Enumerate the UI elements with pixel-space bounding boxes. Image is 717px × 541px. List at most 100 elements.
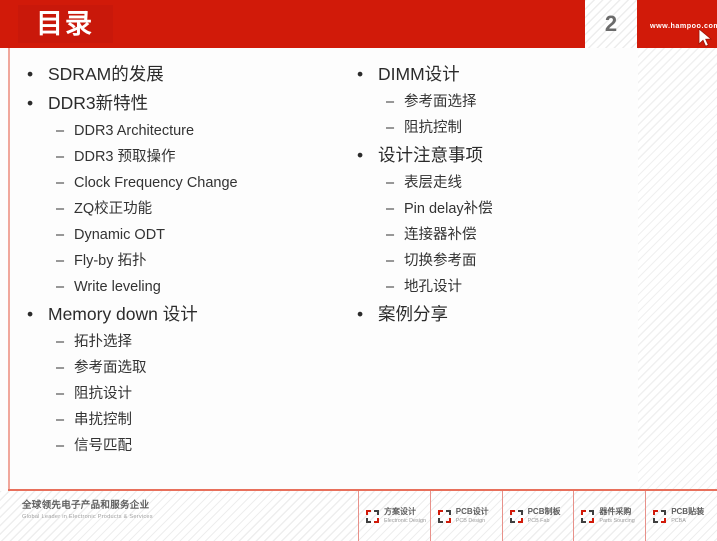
bullet-dash-icon: – [386,227,395,243]
outline-item-label: Clock Frequency Change [74,175,238,191]
outline-item-level2: – Fly-by 拓扑 [18,248,348,274]
outline-item-level2: – 参考面选取 [18,355,348,381]
outline-item-label: 表层走线 [404,175,462,191]
footer-service-items: 方案设计 Electronic Design PCB设计 PCB Design PCB制… [358,491,717,541]
footer-brand: 全球领先电子产品和服务企业 Global Leader in Electroni… [22,500,153,522]
outline-item-label: 切换参考面 [404,253,477,269]
bullet-dash-icon: – [56,279,65,295]
bullet-dash-icon: – [56,438,65,454]
outline-item-label: 拓扑选择 [74,334,132,350]
outline-item-level1: • 设计注意事项 [348,141,638,170]
outline-item-level1: • SDRAM的发展 [18,60,348,89]
footer-service-text: PCB贴装 PCBA [671,506,704,526]
outline-item-label: DDR3 预取操作 [74,149,176,165]
slide-footer: 全球领先电子产品和服务企业 Global Leader in Electroni… [0,491,717,541]
bullet-dash-icon: – [56,123,65,139]
outline-item-label: 参考面选取 [74,360,147,376]
footer-service-item[interactable]: 器件采购 Parts Sourcing [573,491,645,541]
outline-item-label: Fly-by 拓扑 [74,253,147,269]
mouse-pointer-icon [698,28,713,47]
outline-item-label: Memory down 设计 [48,304,198,324]
outline-item-level2: – 阻抗设计 [18,381,348,407]
footer-service-item[interactable]: PCB制板 PCB Fab [501,491,574,541]
bullet-dot-icon: • [357,304,364,324]
outline-item-label: 设计注意事项 [378,145,483,165]
footer-service-text: PCB设计 PCB Design [456,506,489,526]
outline-item-label: DDR3 Architecture [74,123,195,139]
bullet-dash-icon: – [56,149,65,165]
bullet-dot-icon: • [357,64,364,84]
outline-item-label: ZQ校正功能 [74,201,153,217]
bullet-dot-icon: • [27,64,34,84]
bullet-dash-icon: – [386,175,395,191]
outline-item-level2: – ZQ校正功能 [18,196,348,222]
outline-item-level2: – Dynamic ODT [18,222,348,248]
outline-item-label: 阻抗控制 [404,120,462,136]
bullet-dash-icon: – [56,412,65,428]
outline-item-label: 参考面选择 [404,94,477,110]
bullet-dash-icon: – [56,201,65,217]
outline-item-level2: – 地孔设计 [348,274,638,300]
outline-item-label: Pin delay补偿 [404,201,493,217]
outline-item-label: DIMM设计 [378,64,460,84]
outline-list-left: • SDRAM的发展 • DDR3新特性 – DDR3 Architecture – DDR3… [18,60,348,459]
outline-item-label: SDRAM的发展 [48,64,164,84]
outline-item-level2: – 表层走线 [348,170,638,196]
footer-service-label-en: Electronic Design [384,518,426,524]
outline-item-level2: – Pin delay补偿 [348,196,638,222]
footer-brand-cn: 全球领先电子产品和服务企业 [22,500,150,511]
outline-right-column: • DIMM设计 – 参考面选择 – 阻抗控制 • 设计注意事项 – 表层走线 – Pin delay… [348,60,638,329]
bullet-dash-icon: – [56,175,65,191]
right-hatch-decoration [638,48,717,489]
corner-brackets-icon [366,509,379,523]
footer-service-label-cn: 器件采购 [599,507,632,516]
outline-left-column: • SDRAM的发展 • DDR3新特性 – DDR3 Architecture – DDR3… [18,60,348,459]
corner-brackets-icon [581,509,595,523]
outline-list-right: • DIMM设计 – 参考面选择 – 阻抗控制 • 设计注意事项 – 表层走线 – Pin delay… [348,60,638,329]
bullet-dot-icon: • [27,304,34,324]
outline-item-label: 阻抗设计 [74,386,132,402]
presentation-slide: 目录 2 www.hampoo.com • SDRAM的发展 • DDR3新特性 – DD… [0,0,717,541]
footer-service-label-cn: PCB制板 [527,507,561,516]
outline-item-label: DDR3新特性 [48,93,149,113]
page-number: 2 [604,11,618,36]
bullet-dash-icon: – [56,227,65,243]
outline-item-label: Dynamic ODT [74,227,166,243]
bullet-dash-icon: – [386,253,395,269]
outline-item-level2: – Write leveling [18,274,348,300]
outline-item-level2: – 信号匹配 [18,433,348,459]
outline-item-level2: – 串扰控制 [18,407,348,433]
bullet-dash-icon: – [386,94,395,110]
footer-service-label-en: PCB Design [455,518,486,524]
footer-service-item[interactable]: PCB贴装 PCBA [645,491,717,541]
outline-item-label: 地孔设计 [404,279,462,295]
outline-item-level2: – 拓扑选择 [18,329,348,355]
corner-brackets-icon [437,509,451,523]
footer-service-label-en: PCBA [671,518,686,524]
footer-service-text: 方案设计 Electronic Design [384,506,426,526]
outline-item-level2: – Clock Frequency Change [18,170,348,196]
bullet-dash-icon: – [56,253,65,269]
corner-brackets-icon [653,509,667,523]
outline-item-label: 案例分享 [378,304,448,324]
bullet-dash-icon: – [56,334,65,350]
outline-item-level2: – 阻抗控制 [348,115,638,141]
outline-item-level1: • DDR3新特性 [18,89,348,118]
footer-service-item[interactable]: PCB设计 PCB Design [429,491,502,541]
footer-service-item[interactable]: 方案设计 Electronic Design [358,491,430,541]
outline-item-label: 连接器补偿 [404,227,477,243]
bullet-dash-icon: – [56,360,65,376]
footer-service-label-en: Parts Sourcing [599,518,635,524]
corner-brackets-icon [509,509,523,523]
footer-service-text: PCB制板 PCB Fab [528,506,561,526]
footer-service-text: 器件采购 Parts Sourcing [599,506,634,526]
bullet-dash-icon: – [386,120,395,136]
outline-item-level2: – 连接器补偿 [348,222,638,248]
outline-item-level2: – DDR3 Architecture [18,118,348,144]
outline-item-label: 信号匹配 [74,438,132,454]
outline-item-level2: – DDR3 预取操作 [18,144,348,170]
bullet-dash-icon: – [56,386,65,402]
outline-item-level2: – 切换参考面 [348,248,638,274]
outline-item-level2: – 参考面选择 [348,89,638,115]
outline-item-level1: • 案例分享 [348,300,638,329]
